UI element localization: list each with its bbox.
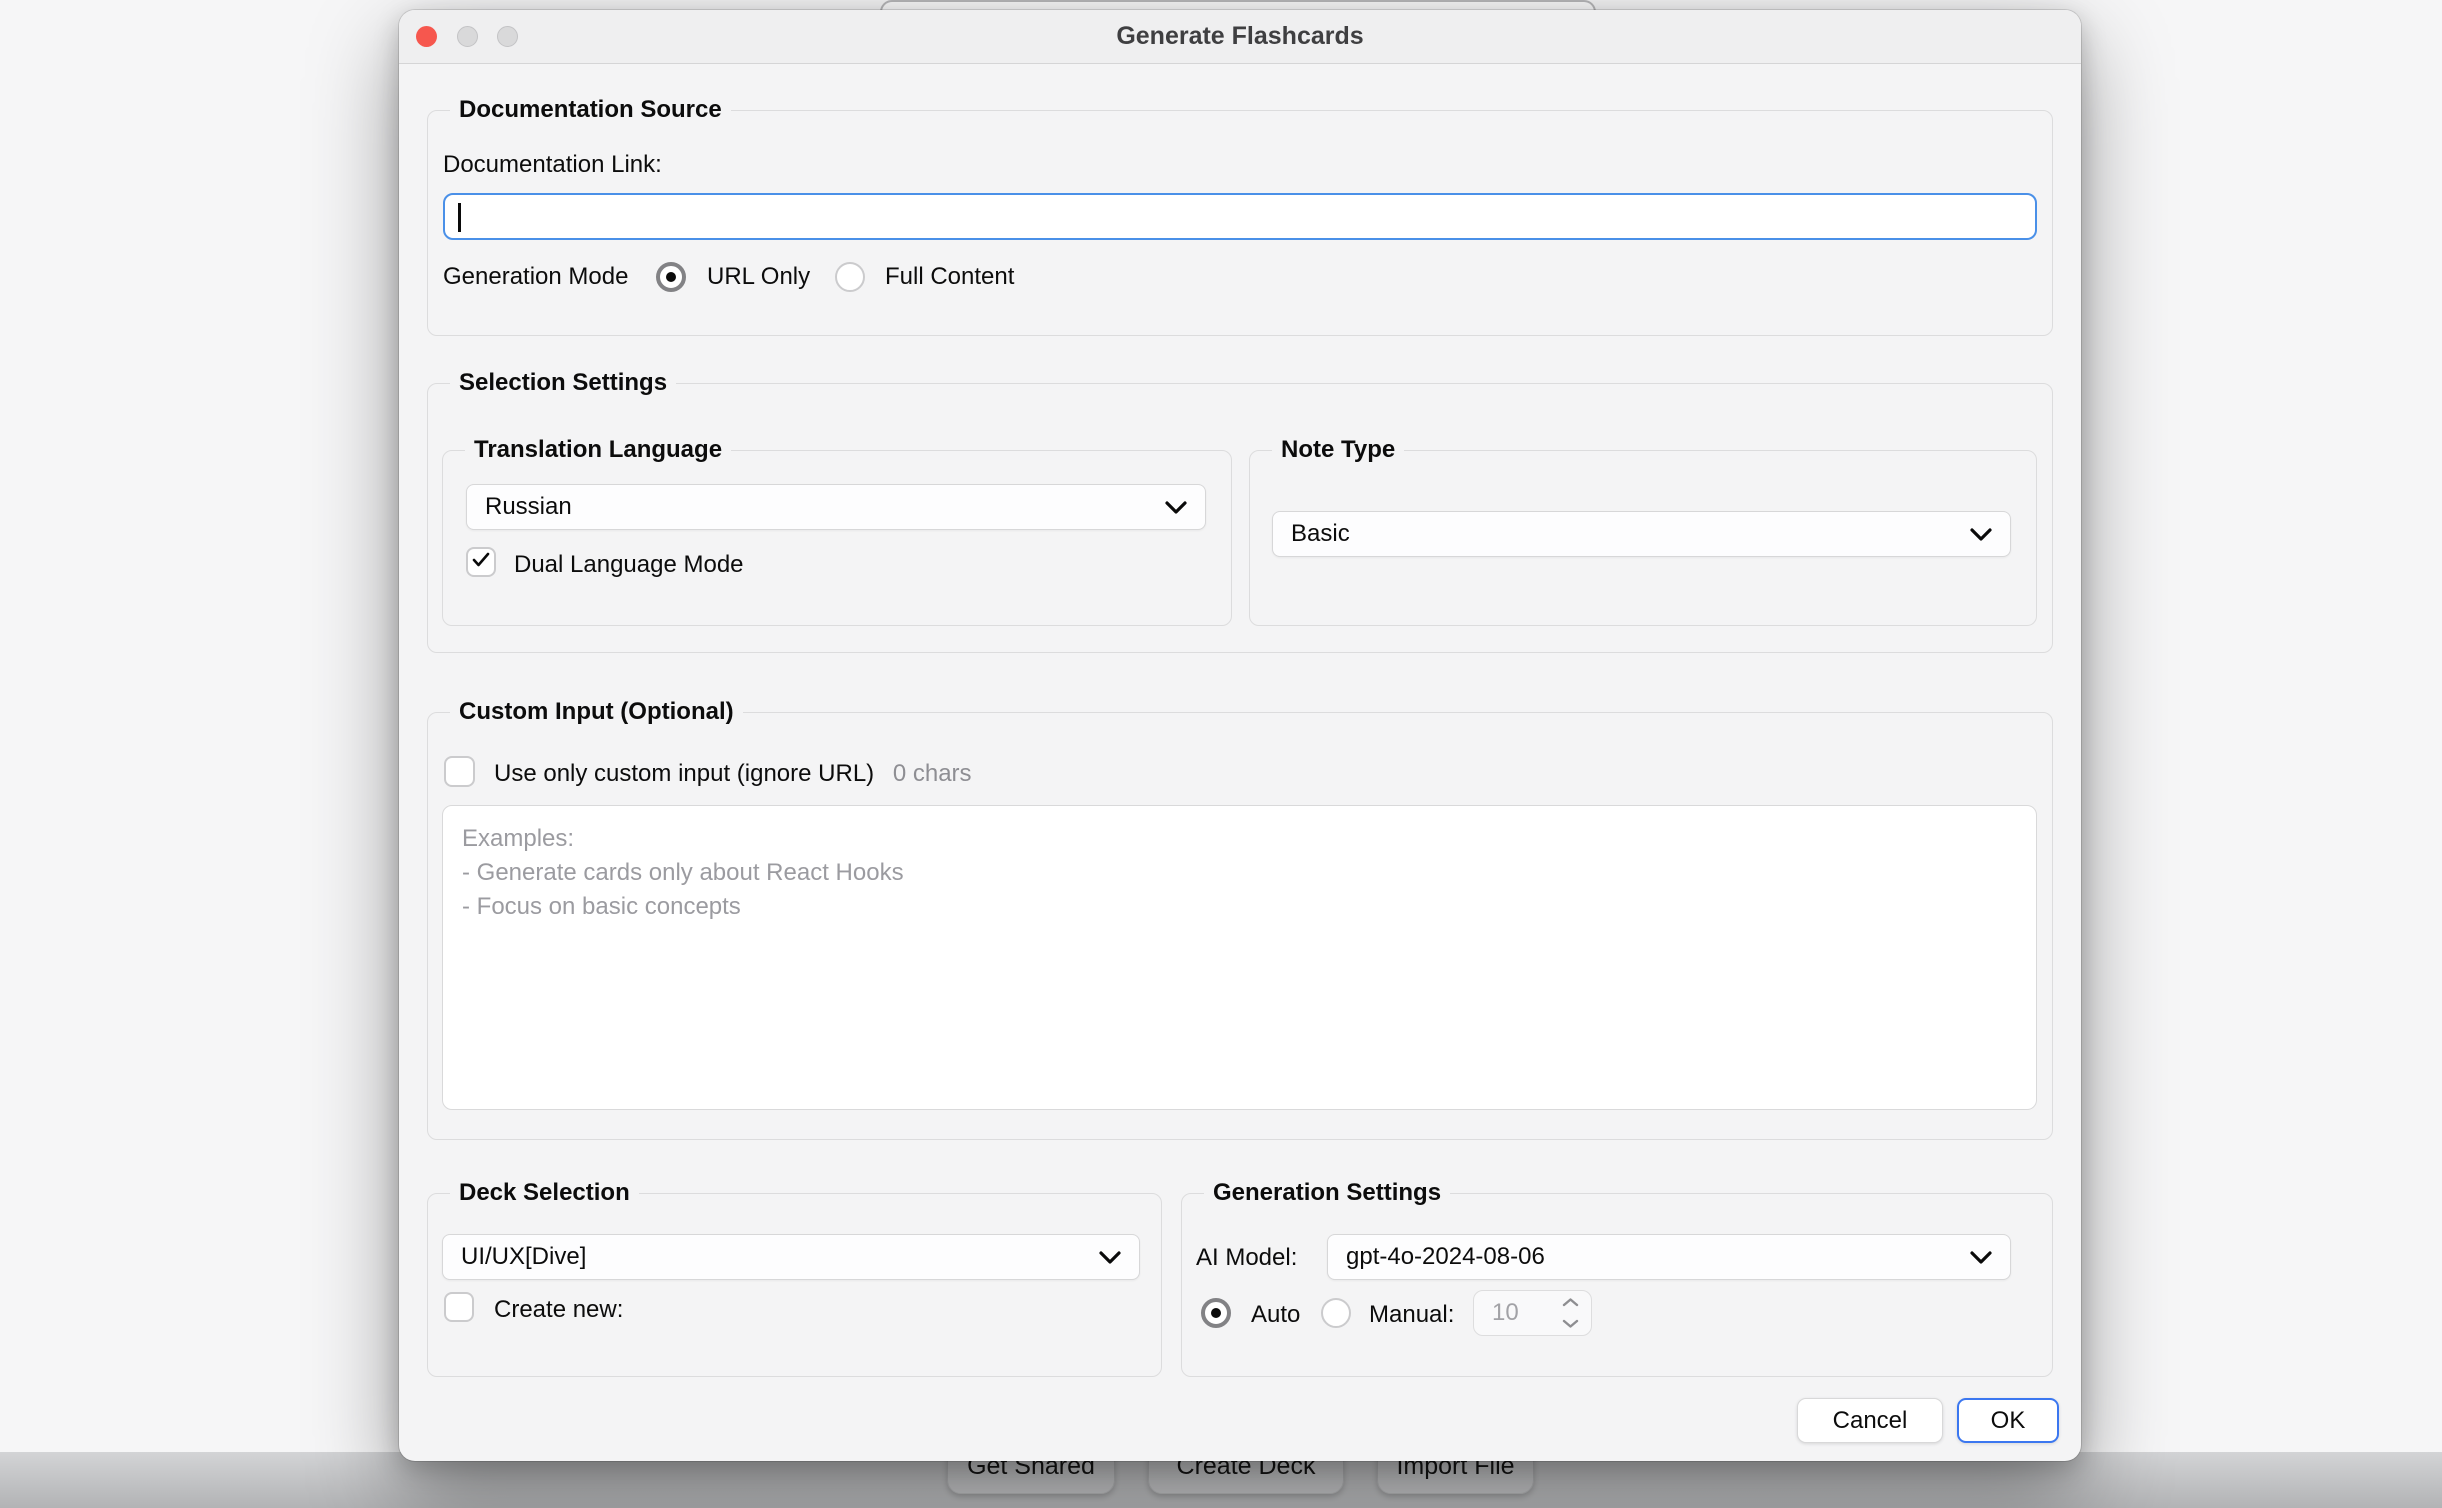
section-legend: Documentation Source <box>450 96 731 124</box>
documentation-link-input[interactable] <box>443 193 2037 240</box>
url-only-label: URL Only <box>707 262 810 292</box>
fieldset-legend: Translation Language <box>465 436 731 464</box>
section-legend: Custom Input (Optional) <box>450 698 743 726</box>
custom-input-textarea[interactable]: Examples: - Generate cards only about Re… <box>442 805 2037 1110</box>
ai-model-label: AI Model: <box>1196 1243 1297 1273</box>
select-value: Russian <box>485 493 572 521</box>
auto-label: Auto <box>1251 1300 1300 1330</box>
textarea-placeholder-line: - Generate cards only about React Hooks <box>462 856 2017 890</box>
ok-button[interactable]: OK <box>1957 1398 2059 1443</box>
card-count-stepper[interactable]: 10 <box>1473 1290 1592 1336</box>
section-legend: Deck Selection <box>450 1179 639 1207</box>
deck-select[interactable]: UI/UX[Dive] <box>442 1234 1140 1280</box>
translation-language-select[interactable]: Russian <box>466 484 1206 530</box>
translation-language-fieldset: Translation Language <box>442 450 1232 626</box>
generation-mode-label: Generation Mode <box>443 262 653 292</box>
chevron-down-icon <box>1165 501 1187 514</box>
textarea-placeholder-line: Examples: <box>462 822 2017 856</box>
full-content-label: Full Content <box>885 262 1014 292</box>
section-legend: Selection Settings <box>450 369 676 397</box>
chevron-down-icon <box>1970 528 1992 541</box>
section-legend: Generation Settings <box>1204 1179 1450 1207</box>
generation-settings-section: Generation Settings <box>1181 1193 2053 1377</box>
title-bar: Generate Flashcards <box>399 10 2081 64</box>
stepper-value: 10 <box>1492 1299 1519 1327</box>
full-content-radio[interactable] <box>835 262 865 292</box>
textarea-placeholder-line: - Focus on basic concepts <box>462 890 2017 924</box>
dual-language-checkbox[interactable] <box>466 547 496 577</box>
deck-selection-section: Deck Selection <box>427 1193 1162 1377</box>
checkmark-icon <box>472 552 490 572</box>
generate-flashcards-dialog: Generate Flashcards Documentation Source… <box>399 10 2081 1461</box>
cancel-button[interactable]: Cancel <box>1797 1398 1943 1443</box>
manual-label: Manual: <box>1369 1300 1454 1330</box>
note-type-select[interactable]: Basic <box>1272 511 2011 557</box>
ai-model-select[interactable]: gpt-4o-2024-08-06 <box>1327 1234 2011 1280</box>
text-caret <box>458 203 461 232</box>
documentation-link-label: Documentation Link: <box>443 150 662 180</box>
use-custom-input-label: Use only custom input (ignore URL) 0 cha… <box>494 759 972 789</box>
use-custom-input-checkbox[interactable] <box>444 756 475 787</box>
screen: Get Shared Create Deck Import File Gener… <box>0 0 2442 1508</box>
select-value: Basic <box>1291 520 1350 548</box>
dual-language-label: Dual Language Mode <box>514 550 744 580</box>
chevron-down-icon <box>1970 1251 1992 1264</box>
auto-radio[interactable] <box>1201 1298 1231 1328</box>
fieldset-legend: Note Type <box>1272 436 1404 464</box>
stepper-down-icon[interactable] <box>1562 1315 1579 1333</box>
create-new-label: Create new: <box>494 1295 623 1325</box>
window-title: Generate Flashcards <box>399 22 2081 51</box>
select-value: gpt-4o-2024-08-06 <box>1346 1243 1545 1271</box>
manual-radio[interactable] <box>1321 1298 1351 1328</box>
char-count: 0 chars <box>893 760 972 787</box>
chevron-down-icon <box>1099 1251 1121 1264</box>
stepper-up-icon[interactable] <box>1562 1294 1579 1312</box>
url-only-radio[interactable] <box>656 262 686 292</box>
create-new-checkbox[interactable] <box>444 1292 474 1322</box>
select-value: UI/UX[Dive] <box>461 1243 586 1271</box>
